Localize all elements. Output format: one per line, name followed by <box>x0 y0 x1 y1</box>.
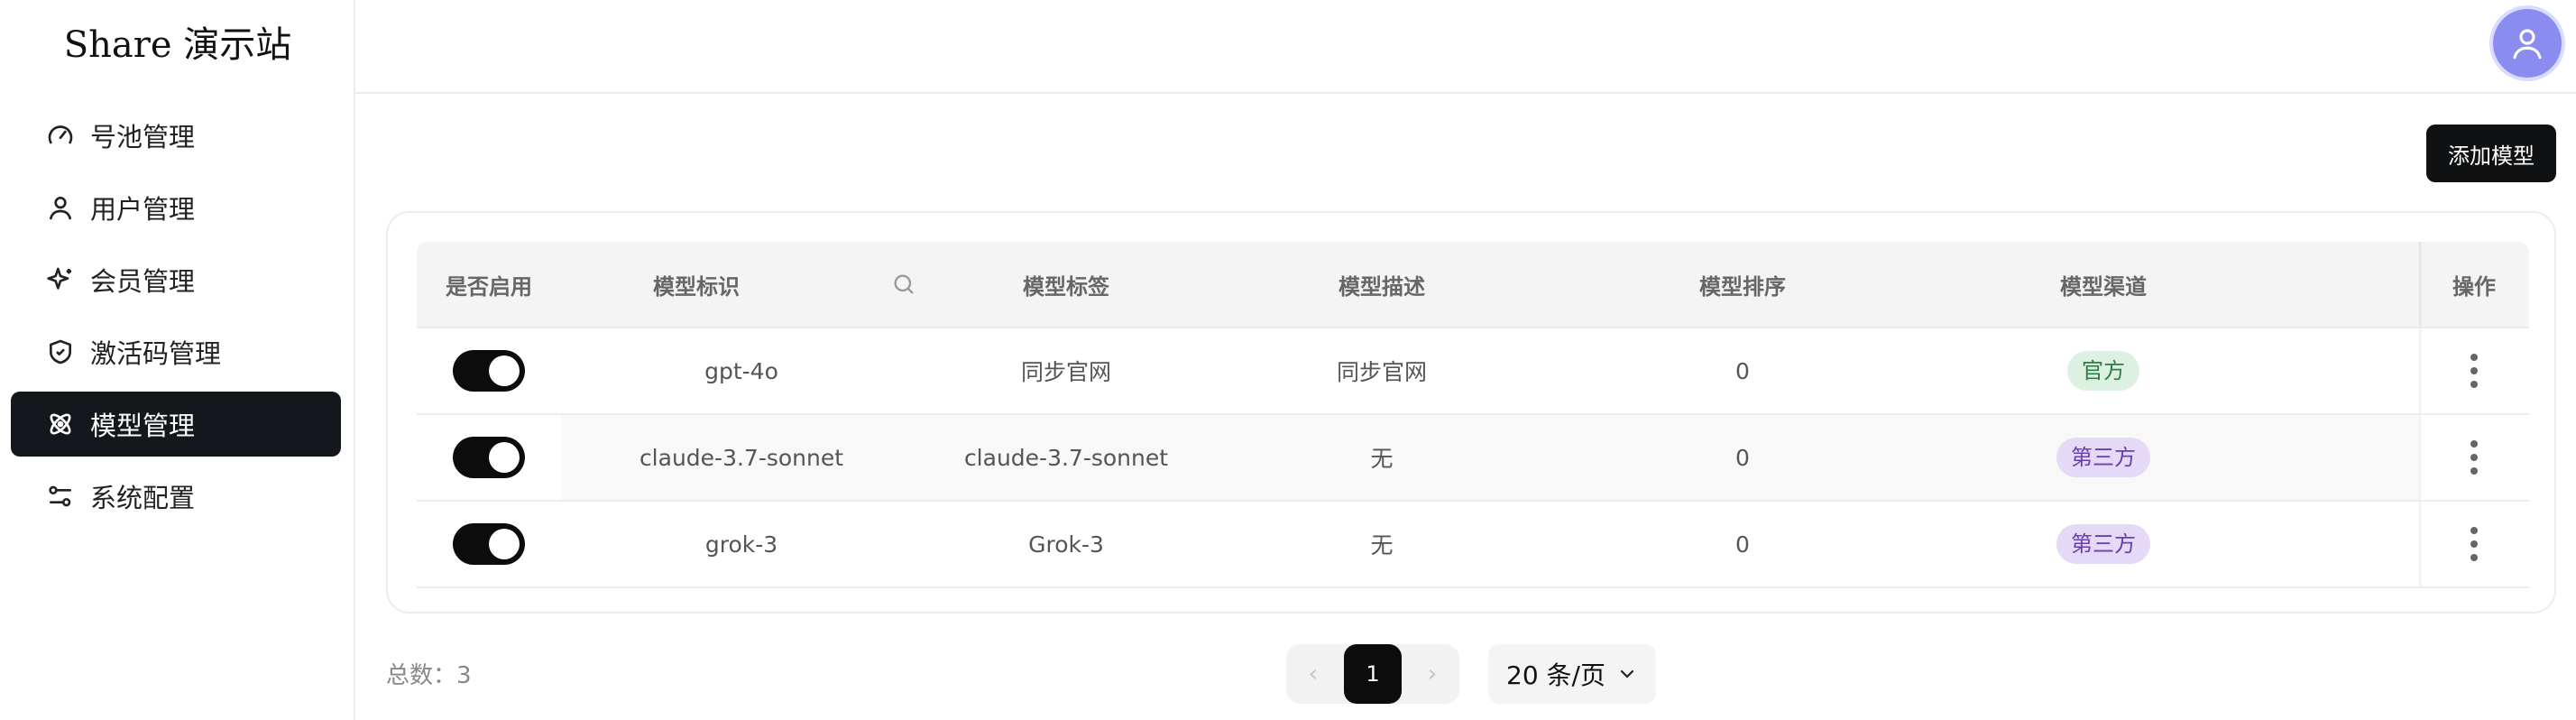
user-icon <box>45 192 76 223</box>
model-desc-cell: 同步官网 <box>1336 359 1427 385</box>
header-model-label: 模型标签 <box>1023 273 1109 300</box>
header-model-sort: 模型排序 <box>1699 273 1786 300</box>
total-count: 总数：3 <box>386 657 472 690</box>
enabled-toggle[interactable] <box>453 437 525 478</box>
sidebar-item-label: 模型管理 <box>90 411 196 441</box>
models-table: 是否启用 模型标识 模型标签 模型描述 模型排序 模型渠道 操作 gpt-4o … <box>417 242 2529 588</box>
sticky-column-divider <box>2419 242 2423 327</box>
page-size-value: 20 条/页 <box>1506 660 1605 690</box>
channel-badge: 第三方 <box>2056 438 2150 477</box>
model-label-cell: Grok-3 <box>1028 531 1104 558</box>
chevron-left-icon[interactable]: ‹ <box>1286 644 1340 704</box>
sidebar-item-settings[interactable]: 系统配置 <box>11 464 341 529</box>
page-size-select[interactable]: 20 条/页 <box>1488 644 1656 704</box>
table-row: grok-3 Grok-3 无 0 第三方 <box>417 502 2529 588</box>
sidebar: Share 演示站 号池管理 用户管理 会员管理 激活码管理 模型管理 系统配置 <box>0 0 355 720</box>
model-label-cell: claude-3.7-sonnet <box>963 444 1169 471</box>
enabled-toggle[interactable] <box>453 523 525 565</box>
sticky-column-divider <box>2419 415 2423 500</box>
header-model-id: 模型标识 <box>653 273 740 300</box>
chevron-right-icon[interactable]: › <box>1405 644 1459 704</box>
more-actions-icon[interactable] <box>2456 348 2492 393</box>
table-header: 是否启用 模型标识 模型标签 模型描述 模型排序 模型渠道 操作 <box>417 242 2529 328</box>
enabled-toggle[interactable] <box>453 350 525 392</box>
brand-title: Share 演示站 <box>63 24 292 66</box>
model-id-cell: gpt-4o <box>704 357 778 384</box>
sidebar-item-members[interactable]: 会员管理 <box>11 247 341 312</box>
sidebar-item-label: 用户管理 <box>90 194 196 225</box>
chevron-down-icon <box>1620 669 1634 678</box>
top-header <box>355 0 2576 94</box>
model-desc-cell: 无 <box>1370 446 1394 472</box>
channel-badge: 官方 <box>2067 351 2139 391</box>
sidebar-item-users[interactable]: 用户管理 <box>11 175 341 240</box>
sidebar-item-models[interactable]: 模型管理 <box>11 392 341 457</box>
total-label: 总数： <box>386 662 457 689</box>
sidebar-item-label: 会员管理 <box>90 266 196 297</box>
search-icon[interactable] <box>877 242 931 327</box>
table-row: gpt-4o 同步官网 同步官网 0 官方 <box>417 328 2529 415</box>
sliders-icon <box>45 481 76 512</box>
model-sort-cell: 0 <box>1735 357 1750 384</box>
sidebar-item-activation-codes[interactable]: 激活码管理 <box>11 319 341 384</box>
channel-badge: 第三方 <box>2056 524 2150 564</box>
model-sort-cell: 0 <box>1735 531 1750 558</box>
header-enabled: 是否启用 <box>446 273 532 300</box>
sparkles-icon <box>45 264 76 295</box>
gauge-icon <box>45 120 76 151</box>
sidebar-item-pool[interactable]: 号池管理 <box>11 103 341 168</box>
models-table-card: 是否启用 模型标识 模型标签 模型描述 模型排序 模型渠道 操作 gpt-4o … <box>386 211 2556 614</box>
header-model-desc: 模型描述 <box>1339 273 1425 300</box>
sticky-column-divider <box>2419 328 2423 413</box>
atom-icon <box>45 409 76 439</box>
header-actions: 操作 <box>2452 273 2496 300</box>
total-value: 3 <box>456 662 472 689</box>
table-row: claude-3.7-sonnet claude-3.7-sonnet 无 0 … <box>417 415 2529 502</box>
sidebar-item-label: 系统配置 <box>90 483 196 513</box>
header-model-channel: 模型渠道 <box>2060 273 2147 300</box>
user-avatar-icon[interactable] <box>2493 9 2562 78</box>
model-desc-cell: 无 <box>1370 532 1394 558</box>
sticky-column-divider <box>2419 502 2423 586</box>
model-label-cell: 同步官网 <box>1020 359 1111 385</box>
sidebar-item-label: 号池管理 <box>90 122 196 152</box>
pagination: ‹ 1 › <box>1286 644 1459 704</box>
more-actions-icon[interactable] <box>2456 522 2492 567</box>
page-button-current[interactable]: 1 <box>1344 644 1402 704</box>
shield-check-icon <box>45 337 76 367</box>
model-id-cell: claude-3.7-sonnet <box>639 444 844 471</box>
add-model-button[interactable]: 添加模型 <box>2426 125 2556 182</box>
model-sort-cell: 0 <box>1735 444 1750 471</box>
more-actions-icon[interactable] <box>2456 435 2492 480</box>
model-id-cell: grok-3 <box>704 531 778 558</box>
sidebar-item-label: 激活码管理 <box>90 338 222 369</box>
